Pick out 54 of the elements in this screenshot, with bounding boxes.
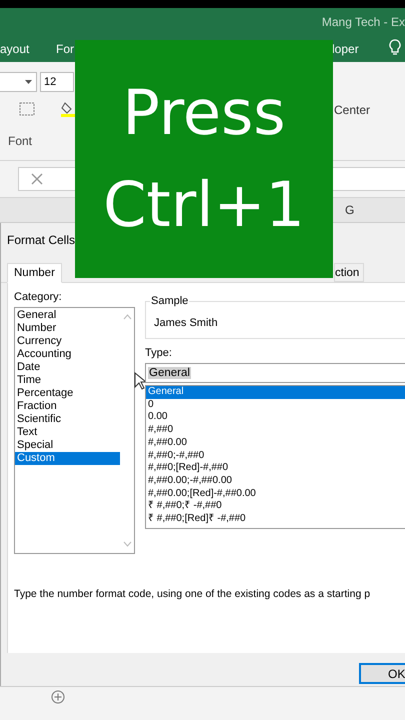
dialog-tab[interactable]: ction [334,263,364,282]
font-group-label: Font [8,134,32,148]
category-item[interactable]: Date [15,361,120,374]
merge-center-button[interactable]: Center [334,103,370,117]
description-text: Type the number format code, using one of the existing codes as a starting p [14,588,372,600]
ribbon-tab[interactable]: For [56,42,74,56]
category-item[interactable]: Text [15,426,120,439]
ribbon-tab[interactable]: ayout [0,42,30,56]
column-header[interactable]: G [345,203,354,217]
dialog-tab[interactable]: Number [7,263,62,283]
category-item[interactable]: Currency [15,335,120,348]
type-item[interactable]: ₹ #,##0;[Red]₹ -#,##0 [146,513,405,526]
type-item[interactable]: #,##0 [146,424,405,437]
category-item[interactable]: Accounting [15,348,120,361]
category-item[interactable]: General [15,309,120,322]
sample-value: James Smith [154,317,218,329]
type-label: Type: [145,347,173,360]
borders-icon[interactable] [19,102,35,116]
lightbulb-icon[interactable] [389,39,401,57]
type-list[interactable]: General 0 0.00 #,##0 #,##0.00 #,##0;-#,##0 #,##0;[Red]-#,##0 #,##0.00;-#,##0.00 #,##0.00;[Red]-#,##0.00 ₹ #,##0;₹ -#,##0 ₹ #,##0;[Red]₹ -#,##0 [145,385,405,529]
category-item[interactable]: Number [15,322,120,335]
category-item[interactable]: Time [15,374,120,387]
caption-text: Press [122,75,286,151]
type-item[interactable]: General [146,386,405,399]
ok-button[interactable]: OK [359,663,405,684]
dropdown-arrow-icon[interactable] [25,80,32,84]
scroll-up-icon[interactable] [122,314,132,320]
caption-text: Ctrl+1 [103,167,305,243]
category-item[interactable]: Fraction [15,400,120,413]
ribbon-tab[interactable]: loper [332,42,359,56]
type-item[interactable]: #,##0;-#,##0 [146,450,405,462]
type-input-field[interactable]: General [145,363,405,383]
category-item[interactable]: Scientific [15,413,120,426]
scroll-down-icon[interactable] [122,541,132,547]
window-title: Mang Tech - Ex [322,14,405,28]
type-item[interactable]: #,##0.00 [146,436,405,450]
dialog-title: Format Cells [6,232,76,249]
mouse-cursor-icon [134,372,145,390]
type-item[interactable]: 0.00 [146,411,405,424]
type-item[interactable]: #,##0.00;-#,##0.00 [146,474,405,488]
type-item[interactable]: #,##0;[Red]-#,##0 [146,462,405,475]
category-item[interactable]: Custom [15,452,120,465]
type-item[interactable]: #,##0.00;[Red]-#,##0.00 [146,488,405,500]
category-list[interactable]: General Number Currency Accounting Date Time Percentage Fraction Scientific Text Special Custom [14,307,135,554]
category-item[interactable]: Percentage [15,387,120,400]
sample-label: Sample [150,295,190,307]
category-item[interactable]: Special [15,439,120,452]
cancel-icon[interactable] [31,173,43,185]
fill-color-icon[interactable] [61,101,75,117]
type-item[interactable]: 0 [146,398,405,412]
type-item[interactable]: ₹ #,##0;₹ -#,##0 [146,500,405,514]
add-sheet-icon[interactable] [51,690,65,704]
font-size-dropdown[interactable]: 12 [40,72,74,92]
category-label: Category: [14,291,63,304]
